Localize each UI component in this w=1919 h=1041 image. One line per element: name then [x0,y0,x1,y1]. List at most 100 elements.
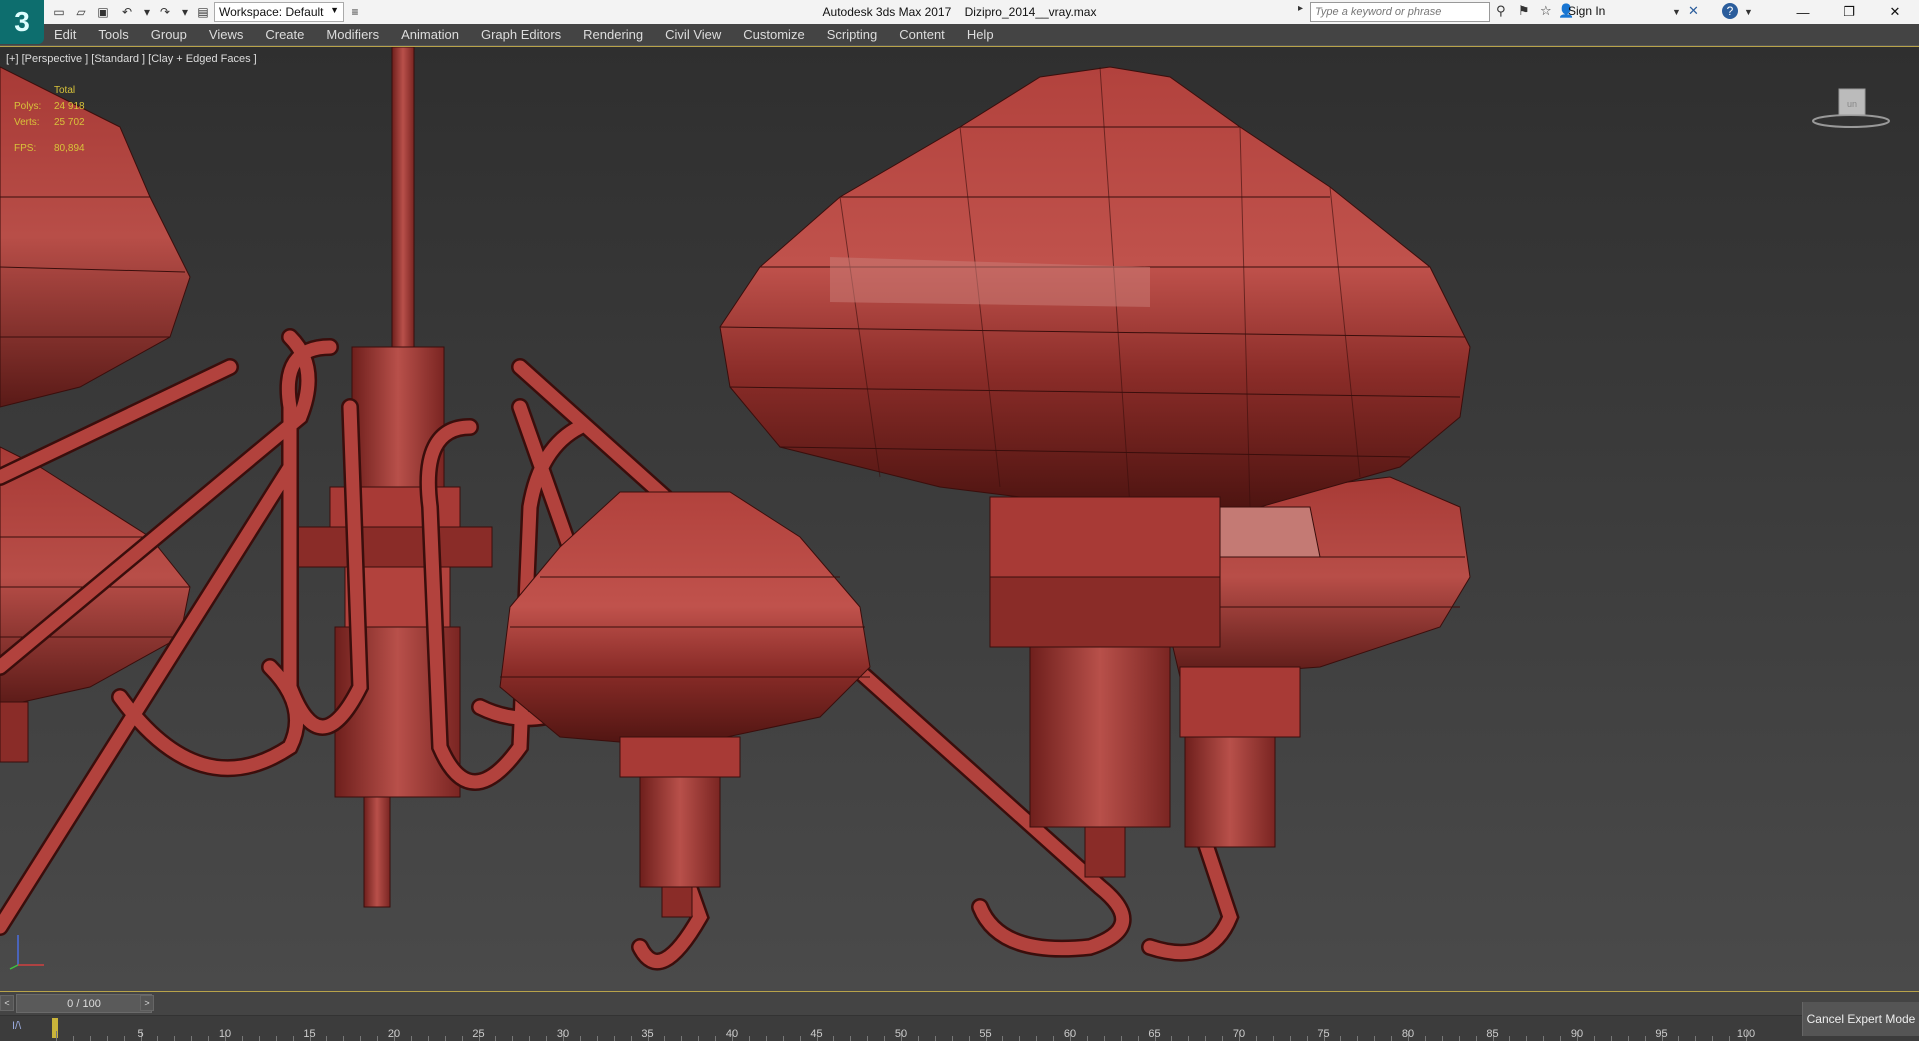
ruler-tick [1543,1036,1545,1041]
help-dropdown-icon[interactable]: ▼ [1744,7,1753,17]
next-frame-button[interactable]: > [140,995,154,1011]
save-icon[interactable]: ▣ [94,3,112,21]
ruler-tick [1289,1036,1291,1041]
menu-graph-editors[interactable]: Graph Editors [481,27,561,42]
undo-icon[interactable]: ↶ [118,3,136,21]
verts-label: Verts: [14,117,40,128]
ruler-tick-label: 40 [725,1028,739,1040]
help-icon[interactable]: ? [1722,3,1738,19]
ruler-tick [1391,1036,1393,1041]
ruler-tick [884,1036,886,1041]
menu-create[interactable]: Create [265,27,304,42]
ruler-tick [748,1036,750,1041]
ruler-tick [681,1036,683,1041]
menu-views[interactable]: Views [209,27,243,42]
app-logo[interactable]: 3 [0,0,44,44]
ruler-tick-label: 55 [979,1028,992,1040]
ruler-tick [157,1036,159,1041]
menu-scripting[interactable]: Scripting [827,27,878,42]
axis-tripod-icon [9,935,44,970]
time-slider-thumb[interactable]: 0 / 100 [16,994,152,1013]
menu-content[interactable]: Content [899,27,945,42]
ruler-tick [1475,1036,1477,1041]
ruler-tick [529,1036,531,1041]
stats-header: Total [54,85,76,96]
verts-value: 25 702 [54,117,85,128]
ruler-tick [72,1036,74,1041]
ruler-tick [968,1036,970,1041]
ruler-tick [1255,1036,1257,1041]
perspective-viewport[interactable]: [+] [Perspective ] [Standard ] [Clay + E… [0,46,1919,992]
new-file-icon[interactable]: ▭ [50,3,68,21]
restore-icon[interactable]: ❐ [1826,0,1872,24]
cancel-expert-mode-button[interactable]: Cancel Expert Mode [1802,1002,1919,1036]
favorites-star-icon[interactable]: ☆ [1540,3,1552,19]
lamp-shade-middle[interactable] [499,491,871,918]
menu-group[interactable]: Group [151,27,187,42]
menu-animation[interactable]: Animation [401,27,459,42]
app-title: Autodesk 3ds Max 2017 [822,5,952,19]
ruler-tick [1610,1036,1612,1041]
communication-center-icon[interactable]: ⚑ [1518,3,1530,19]
ruler-tick [461,1036,463,1041]
undo-dropdown-icon[interactable]: ▾ [138,3,156,21]
polys-value: 24 918 [54,101,85,112]
redo-icon[interactable]: ↷ [156,3,174,21]
ruler-tick [715,1036,717,1041]
ruler-tick-label: 25 [472,1028,485,1040]
search-expand-icon[interactable]: ▸ [1298,3,1303,14]
ruler-tick [1036,1036,1038,1041]
binoculars-icon[interactable]: ⚲ [1496,3,1506,19]
ruler-tick [275,1036,277,1041]
ruler-tick [1171,1036,1173,1041]
viewport-statistics: Total Polys: 24 918 Verts: 25 702 FPS: 80,8… [14,83,85,157]
ruler-tick-label: 95 [1655,1028,1668,1040]
viewcube-icon[interactable]: un [1811,83,1891,133]
menu-rendering[interactable]: Rendering [583,27,643,42]
close-icon[interactable]: ✕ [1872,0,1918,24]
ruler-tick [89,1036,91,1041]
ruler-tick [1374,1036,1376,1041]
sign-in-link[interactable]: Sign In [1568,4,1605,18]
menu-customize[interactable]: Customize [743,27,804,42]
ruler-tick [191,1036,193,1041]
ruler-tick-label: 10 [218,1028,232,1040]
search-input[interactable]: Type a keyword or phrase [1310,2,1490,22]
project-folder-icon[interactable]: ▤ [194,3,212,21]
ruler-tick-label: 100 [1736,1028,1756,1040]
workspace-selector[interactable]: Workspace: Default ▼ [214,2,344,22]
ruler-tick-label: 85 [1486,1028,1499,1040]
prev-frame-button[interactable]: < [0,995,14,1011]
ruler-tick [1053,1036,1055,1041]
track-bar[interactable]: I/\ 5 10 15 20 25 30 35 40 45 50 55 60 65 70 75 80 85 90 9… [0,1016,1919,1041]
menu-tools[interactable]: Tools [98,27,128,42]
menu-edit[interactable]: Edit [54,27,76,42]
sign-in-dropdown-icon[interactable]: ▼ [1672,7,1681,17]
ruler-tick-label: 30 [556,1028,570,1040]
mini-curve-editor-icon[interactable]: I/\ [12,1020,21,1032]
redo-dropdown-icon[interactable]: ▾ [176,3,194,21]
lamp-shade-left-bottom[interactable] [0,446,191,763]
viewport-label[interactable]: [+] [Perspective ] [Standard ] [Clay + E… [6,53,257,65]
ruler-tick [1340,1036,1342,1041]
ruler-tick [241,1036,243,1041]
minimize-icon[interactable]: — [1780,0,1826,24]
ruler-tick [934,1036,936,1041]
menu-civil-view[interactable]: Civil View [665,27,721,42]
ruler-tick [596,1036,598,1041]
chandelier-model[interactable] [0,47,1919,992]
exchange-apps-icon[interactable]: ✕ [1688,3,1699,19]
polys-label: Polys: [14,101,42,112]
track-bar-ruler[interactable]: 5 10 15 20 25 30 35 40 45 50 55 60 65 70 75 80 85 90 95 100 [56,1016,1755,1041]
toolbar-menu-icon[interactable]: ≡ [346,3,364,21]
ruler-tick [1188,1036,1190,1041]
menu-help[interactable]: Help [967,27,994,42]
ruler-tick [1205,1036,1207,1041]
ruler-tick [1526,1036,1528,1041]
lamp-shade-large[interactable] [719,66,1471,878]
ruler-tick [1627,1036,1629,1041]
menu-modifiers[interactable]: Modifiers [326,27,379,42]
ruler-tick [292,1036,294,1041]
time-slider[interactable]: < 0 / 100 > [0,992,1919,1016]
open-file-icon[interactable]: ▱ [72,3,90,21]
